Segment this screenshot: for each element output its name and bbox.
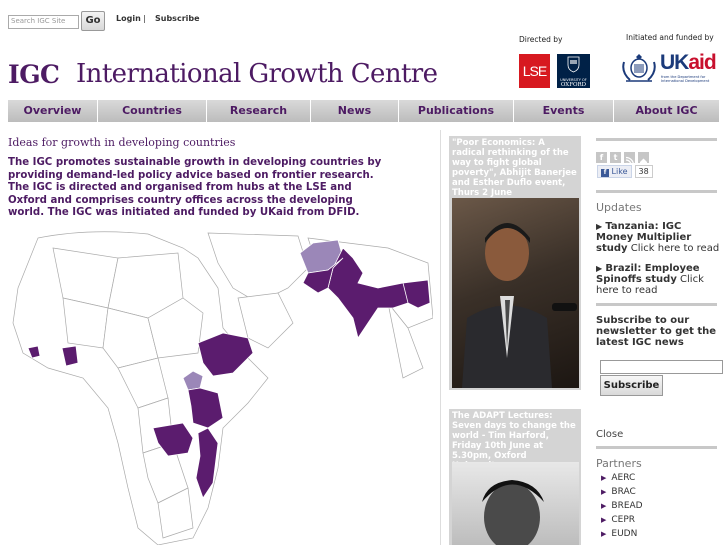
nav-about[interactable]: About IGC (614, 100, 719, 122)
home-icon[interactable] (638, 152, 649, 166)
event-1-photo (452, 198, 579, 388)
partner-aerc[interactable]: ▶ AERC (601, 473, 635, 483)
top-separator: | (143, 14, 146, 23)
partner-arrow-icon: ▶ (601, 488, 607, 496)
partner-label: BREAD (611, 501, 643, 511)
event-2-photo (452, 462, 579, 545)
right-separator (596, 190, 717, 193)
countries-map[interactable] (8, 228, 433, 545)
oxford-crest-icon (567, 56, 580, 73)
update-arrow-icon: ▶ (596, 222, 603, 231)
initiated-by-label: Initiated and funded by (626, 33, 714, 42)
event-card-1[interactable]: "Poor Economics: A radical rethinking of… (449, 136, 581, 390)
nav-news[interactable]: News (311, 100, 399, 122)
nav-overview[interactable]: Overview (8, 100, 98, 122)
facebook-like-label: Like (611, 167, 628, 176)
oxford-logo[interactable]: UNIVERSITY OF OXFORD (557, 54, 590, 88)
close-link[interactable]: Close (596, 429, 623, 440)
facebook-like[interactable]: f Like 38 (597, 165, 653, 178)
update-item-2[interactable]: ▶ Brazil: Employee Spinoffs study Click … (596, 263, 720, 296)
go-button[interactable]: Go (81, 11, 105, 31)
partners-heading: Partners (596, 457, 642, 470)
ukaid-uk: UK (660, 51, 689, 74)
partner-arrow-icon: ▶ (601, 516, 607, 524)
update-1-link[interactable]: Click here to read (631, 243, 719, 254)
map-background-countries (12, 231, 433, 545)
lse-logo[interactable]: LSE (519, 54, 550, 88)
event-1-caption: "Poor Economics: A radical rethinking of… (452, 138, 577, 198)
royal-crest-icon (622, 54, 656, 82)
nav-events[interactable]: Events (514, 100, 614, 122)
social-icons: f t (596, 152, 649, 166)
ukaid-logo[interactable]: UKaid from the Department for Internatio… (620, 50, 720, 86)
intro-text: The IGC promotes sustainable growth in d… (8, 157, 382, 218)
nav-research[interactable]: Research (207, 100, 311, 122)
facebook-like-count: 38 (634, 165, 653, 178)
partner-brac[interactable]: ▶ BRAC (601, 487, 636, 497)
right-separator (596, 446, 717, 449)
speaker-photo-icon (462, 223, 577, 388)
partner-eudn[interactable]: ▶ EUDN (601, 529, 637, 539)
updates-heading: Updates (596, 201, 642, 214)
subscribe-button[interactable]: Subscribe (600, 375, 663, 396)
partner-cepr[interactable]: ▶ CEPR (601, 515, 635, 525)
speaker-photo-icon (482, 480, 544, 545)
nav-countries[interactable]: Countries (98, 100, 207, 122)
ukaid-aid: aid (688, 51, 716, 74)
partner-label: BRAC (611, 487, 636, 497)
partner-label: CEPR (611, 515, 636, 525)
directed-by-label: Directed by (519, 35, 563, 44)
partner-bread[interactable]: ▶ BREAD (601, 501, 643, 511)
facebook-icon[interactable]: f (596, 152, 607, 163)
ukaid-subtitle: from the Department for International De… (661, 75, 710, 84)
nav-publications[interactable]: Publications (399, 100, 514, 122)
right-separator (596, 138, 717, 141)
rss-icon[interactable] (624, 152, 635, 166)
update-item-1[interactable]: ▶ Tanzania: IGC Money Multiplier study C… (596, 221, 720, 254)
main-nav: Overview Countries Research News Publica… (8, 100, 719, 122)
subscribe-link[interactable]: Subscribe (155, 14, 200, 23)
tagline: Ideas for growth in developing countries (8, 136, 236, 149)
newsletter-email-input[interactable] (600, 360, 723, 374)
event-card-2[interactable]: The ADAPT Lectures: Seven days to change… (449, 409, 581, 545)
oxford-name: OXFORD (560, 82, 587, 88)
login-link[interactable]: Login (116, 14, 141, 23)
update-arrow-icon: ▶ (596, 264, 603, 273)
logo-abbrev[interactable]: IGC (8, 60, 60, 89)
partner-label: AERC (611, 473, 636, 483)
partner-arrow-icon: ▶ (601, 474, 607, 482)
partner-label: EUDN (611, 529, 638, 539)
column-divider (440, 130, 441, 545)
search-input[interactable]: Search IGC Site (8, 15, 79, 29)
partner-arrow-icon: ▶ (601, 530, 607, 538)
map-mozambique[interactable] (195, 427, 219, 499)
newsletter-text: Subscribe to our newsletter to get the l… (596, 315, 717, 348)
twitter-icon[interactable]: t (610, 152, 621, 163)
facebook-like-icon: f (601, 169, 609, 177)
logo-name[interactable]: International Growth Centre (76, 59, 438, 89)
partner-arrow-icon: ▶ (601, 502, 607, 510)
right-separator (596, 303, 717, 306)
